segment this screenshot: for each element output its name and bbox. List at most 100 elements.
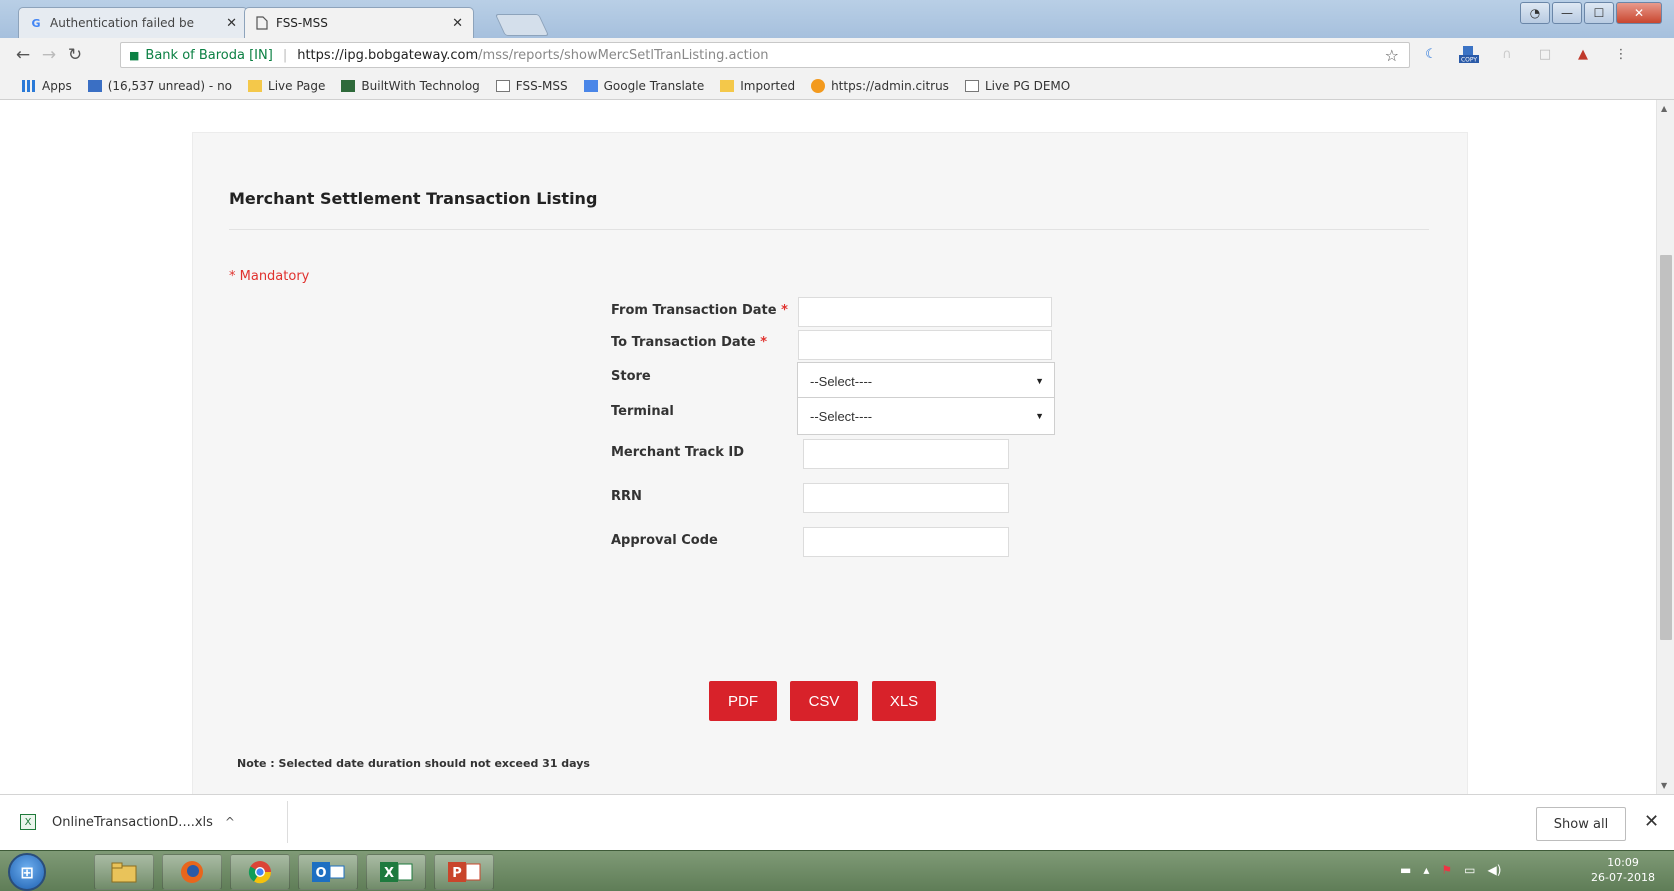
star-icon[interactable]: ☆ <box>1385 46 1399 65</box>
from-date-label-text: From Transaction Date <box>611 303 777 318</box>
chevron-up-icon[interactable]: ^ <box>225 815 235 829</box>
bookmark-live-page[interactable]: Live Page <box>248 79 325 93</box>
ext-icon-1[interactable]: ∩ <box>1496 44 1518 64</box>
to-date-input[interactable] <box>798 330 1052 360</box>
builtwith-icon <box>341 79 356 92</box>
scrollbar-thumb[interactable] <box>1660 255 1672 640</box>
terminal-select-value: --Select---- <box>810 408 873 424</box>
page-content: Merchant Settlement Transaction Listing … <box>0 100 1674 794</box>
firefox-icon[interactable] <box>162 854 222 890</box>
volume-icon[interactable]: ◀) <box>1487 863 1501 877</box>
lock-icon: ■ <box>129 48 140 62</box>
excel-file-icon: X <box>20 814 36 830</box>
svg-text:P: P <box>452 866 462 881</box>
form-panel: Merchant Settlement Transaction Listing … <box>192 132 1468 794</box>
tray-arrow-icon[interactable]: ▴ <box>1423 863 1429 877</box>
site-identity: Bank of Baroda [IN] <box>145 47 273 63</box>
moon-icon[interactable]: ☾ <box>1420 44 1442 64</box>
required-mark: * <box>760 335 768 350</box>
bookmark-live-pg-demo[interactable]: Live PG DEMO <box>964 78 1071 93</box>
terminal-select[interactable]: --Select---- ▼ <box>797 397 1055 435</box>
forward-icon[interactable]: → <box>36 45 62 65</box>
bookmark-google-translate[interactable]: Google Translate <box>583 79 704 93</box>
back-icon[interactable]: ← <box>10 45 36 65</box>
approval-code-input[interactable] <box>803 527 1009 557</box>
excel-icon[interactable]: X <box>366 854 426 890</box>
rrn-label: RRN <box>611 489 642 504</box>
translate-icon <box>583 79 598 92</box>
chrome-icon[interactable] <box>230 854 290 890</box>
copy-icon[interactable]: COPY <box>1458 44 1480 64</box>
apps-grid-icon <box>22 79 36 92</box>
csv-button[interactable]: CSV <box>790 681 858 721</box>
close-icon[interactable]: ✕ <box>1644 811 1659 832</box>
new-tab-button[interactable] <box>494 14 550 36</box>
ext-icon-3[interactable]: ▲ <box>1572 44 1594 64</box>
tab-authentication[interactable]: G Authentication failed be ✕ <box>18 7 248 38</box>
close-icon[interactable]: ✕ <box>226 16 237 31</box>
window-controls: ◔ — ☐ ✕ <box>1520 2 1662 24</box>
outlook-icon[interactable]: O <box>298 854 358 890</box>
store-label: Store <box>611 369 651 384</box>
page-icon <box>255 16 269 30</box>
windows-start-icon[interactable]: ⊞ <box>8 853 46 891</box>
menu-icon[interactable]: ⋮ <box>1610 44 1632 64</box>
bookmark-fss-mss[interactable]: FSS-MSS <box>495 78 568 93</box>
system-tray: ▬ ▴ ⚑ ▭ ◀) <box>1400 863 1501 877</box>
scroll-up-icon[interactable]: ▲ <box>1661 104 1667 113</box>
download-shelf: X OnlineTransactionD....xls ^ Show all ✕ <box>0 794 1674 850</box>
bookmark-apps[interactable]: Apps <box>22 79 72 93</box>
browser-titlebar: G Authentication failed be ✕ FSS-MSS ✕ ◔… <box>0 0 1674 38</box>
rrn-input[interactable] <box>803 483 1009 513</box>
pdf-button[interactable]: PDF <box>709 681 777 721</box>
taskbar-clock[interactable]: 10:09 26-07-2018 <box>1580 855 1666 885</box>
bookmark-label: Live Page <box>268 78 326 93</box>
powerpoint-icon[interactable]: P <box>434 854 494 890</box>
address-separator: | <box>282 47 288 63</box>
close-window-button[interactable]: ✕ <box>1616 2 1662 24</box>
page-title: Merchant Settlement Transaction Listing <box>229 189 598 208</box>
copy-badge: COPY <box>1461 57 1477 64</box>
show-all-button[interactable]: Show all <box>1536 807 1626 841</box>
keyboard-icon[interactable]: ▬ <box>1400 863 1411 877</box>
vertical-scrollbar[interactable]: ▲ ▼ <box>1656 100 1674 794</box>
close-icon[interactable]: ✕ <box>452 16 463 31</box>
clock-time: 10:09 <box>1607 856 1639 869</box>
to-date-label: To Transaction Date * <box>611 335 767 350</box>
bookmark-label: FSS-MSS <box>515 78 568 93</box>
page-icon <box>495 79 510 92</box>
bookmark-mail[interactable]: (16,537 unread) - no <box>87 79 232 93</box>
file-explorer-icon[interactable] <box>94 854 154 890</box>
terminal-label: Terminal <box>611 404 674 419</box>
bookmark-citrus[interactable]: https://admin.citrus <box>811 78 949 93</box>
page-icon <box>964 79 979 92</box>
folder-icon <box>720 79 735 92</box>
tab-label: Authentication failed be <box>50 16 194 30</box>
citrus-icon <box>811 78 826 93</box>
approval-code-label: Approval Code <box>611 533 718 548</box>
bookmark-label: Imported <box>740 78 796 93</box>
bookmark-imported[interactable]: Imported <box>720 79 795 93</box>
reload-icon[interactable]: ↻ <box>62 45 88 65</box>
download-item[interactable]: X OnlineTransactionD....xls ^ <box>20 801 288 843</box>
date-duration-note: Note : Selected date duration should not… <box>237 757 590 770</box>
user-icon[interactable]: ◔ <box>1520 2 1550 24</box>
network-icon[interactable]: ▭ <box>1464 863 1475 877</box>
store-select[interactable]: --Select---- ▼ <box>797 362 1055 400</box>
ext-icon-2[interactable]: □ <box>1534 44 1556 64</box>
dropdown-arrow-icon: ▼ <box>1035 376 1044 386</box>
xls-button[interactable]: XLS <box>872 681 936 721</box>
bookmarks-bar: Apps (16,537 unread) - no Live Page Buil… <box>0 72 1674 100</box>
flag-icon[interactable]: ⚑ <box>1441 863 1452 877</box>
scroll-down-icon[interactable]: ▼ <box>1661 781 1667 790</box>
maximize-button[interactable]: ☐ <box>1584 2 1614 24</box>
merchant-track-id-input[interactable] <box>803 439 1009 469</box>
bookmark-label: Live PG DEMO <box>984 78 1071 93</box>
from-date-input[interactable] <box>798 297 1052 327</box>
tab-fss-mss[interactable]: FSS-MSS ✕ <box>244 7 474 38</box>
bookmark-builtwith[interactable]: BuiltWith Technolog <box>341 79 480 93</box>
folder-icon <box>248 79 263 92</box>
minimize-button[interactable]: — <box>1552 2 1582 24</box>
windows-taskbar: ⊞ O X P ▬ ▴ ⚑ ▭ ◀) 10:09 26-07-2018 <box>0 850 1674 891</box>
address-bar[interactable]: ■ Bank of Baroda [IN] | https://ipg.bobg… <box>120 42 1410 68</box>
